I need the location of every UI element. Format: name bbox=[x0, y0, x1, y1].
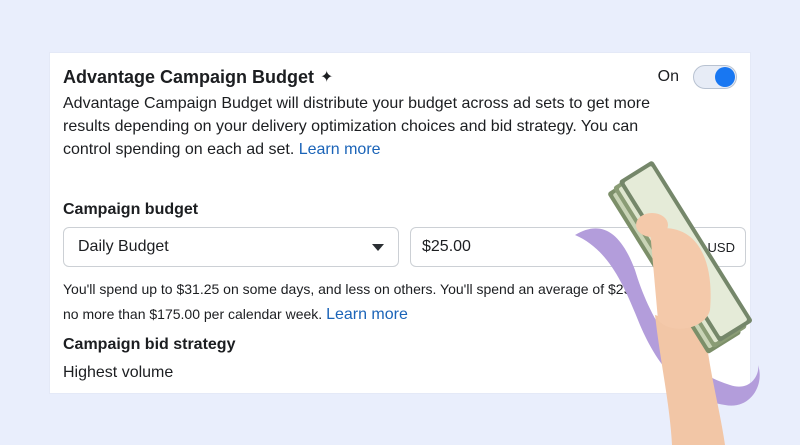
spend-note-line2: no more than $175.00 per calendar week. bbox=[63, 306, 323, 322]
budget-amount-value: $25.00 bbox=[422, 238, 471, 255]
caret-down-icon bbox=[372, 243, 384, 251]
toggle-knob bbox=[715, 67, 735, 87]
budget-type-value: Daily Budget bbox=[78, 238, 169, 255]
toggle-label: On bbox=[657, 68, 679, 85]
campaign-budget-toggle-group: On bbox=[658, 65, 737, 89]
advantage-campaign-budget-title: Advantage Campaign Budget bbox=[63, 67, 315, 87]
budget-type-dropdown[interactable]: Daily Budget bbox=[63, 227, 399, 267]
description: Advantage Campaign Budget will distribut… bbox=[63, 92, 663, 161]
learn-more-link[interactable]: Learn more bbox=[299, 141, 381, 158]
advantage-budget-toggle[interactable] bbox=[693, 65, 737, 89]
sparkle-icon: ✦ bbox=[320, 68, 334, 86]
hand-with-cash-illustration bbox=[575, 161, 760, 445]
bid-strategy-label: Campaign bid strategy bbox=[63, 336, 236, 353]
campaign-budget-label: Campaign budget bbox=[63, 201, 199, 218]
title-row: Advantage Campaign Budget ✦ bbox=[63, 67, 333, 88]
bid-strategy-value: Highest volume bbox=[63, 364, 174, 381]
spend-learn-more-link[interactable]: Learn more bbox=[326, 306, 408, 323]
